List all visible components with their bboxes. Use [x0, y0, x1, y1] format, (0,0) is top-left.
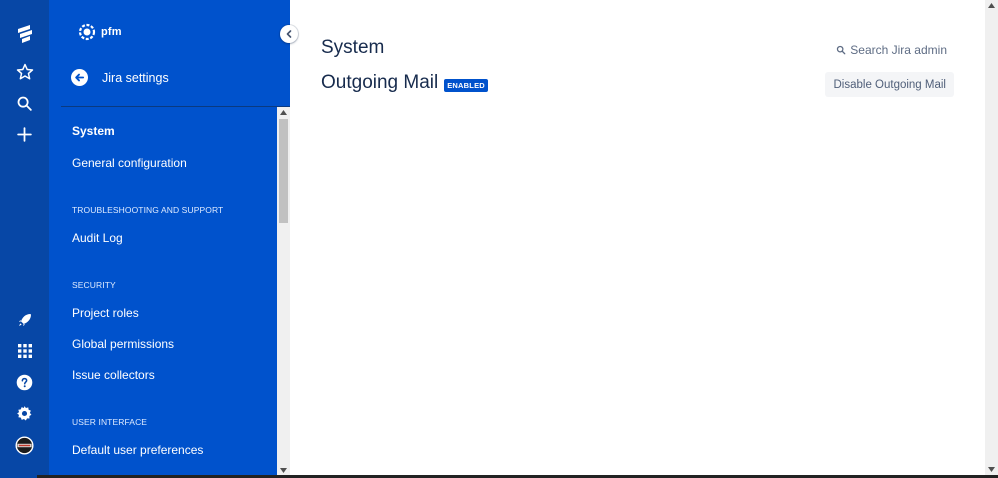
search-label: Search Jira admin: [850, 43, 947, 57]
page-scroll-down-arrow-icon[interactable]: [985, 464, 998, 475]
star-icon[interactable]: [0, 58, 49, 86]
search-icon[interactable]: [0, 89, 49, 117]
status-badge: ENABLED: [444, 78, 488, 92]
project-logo[interactable]: pfm: [77, 22, 122, 42]
page-title: System: [321, 37, 385, 58]
sidebar-item-issue-collectors[interactable]: Issue collectors: [72, 368, 155, 382]
sidebar-item-default-user-preferences[interactable]: Default user preferences: [72, 443, 203, 457]
sidebar: pfm Jira settings System General configu…: [49, 0, 290, 478]
sidebar-section-security: SECURITY: [72, 280, 116, 290]
sidebar-header: pfm Jira settings: [49, 0, 290, 107]
collapse-sidebar-button[interactable]: [280, 25, 298, 43]
jira-logo-icon[interactable]: [0, 20, 49, 48]
scrollbar-thumb[interactable]: [279, 119, 288, 223]
avatar-icon[interactable]: [0, 431, 49, 459]
global-nav: [0, 0, 49, 478]
sidebar-item-audit-log[interactable]: Audit Log: [72, 231, 123, 245]
pfm-logo-icon: [78, 23, 96, 41]
sidebar-item-general-configuration[interactable]: General configuration: [72, 156, 187, 170]
chevron-left-icon: [286, 30, 292, 38]
page-scrollbar[interactable]: [985, 0, 998, 478]
app-switcher-icon[interactable]: [0, 337, 49, 365]
search-jira-admin-link[interactable]: Search Jira admin: [836, 43, 947, 57]
sidebar-nav: System General configuration TROUBLESHOO…: [49, 107, 277, 478]
sidebar-section-user-interface: USER INTERFACE: [72, 417, 148, 427]
plus-icon[interactable]: [0, 120, 49, 148]
sidebar-item-project-roles[interactable]: Project roles: [72, 306, 139, 320]
sidebar-item-system[interactable]: System: [72, 124, 115, 138]
sidebar-section-troubleshooting: TROUBLESHOOTING AND SUPPORT: [72, 205, 224, 215]
logo-text: pfm: [101, 26, 122, 38]
outgoing-mail-heading: Outgoing Mail ENABLED: [321, 72, 488, 94]
back-to-jira-settings[interactable]: Jira settings: [71, 69, 169, 86]
back-arrow-icon: [71, 69, 88, 86]
main-content: System Search Jira admin Outgoing Mail E…: [290, 0, 985, 478]
search-icon: [837, 45, 846, 55]
back-label: Jira settings: [102, 70, 169, 85]
sidebar-item-global-permissions[interactable]: Global permissions: [72, 337, 174, 351]
section-title: Outgoing Mail: [321, 72, 439, 93]
help-icon[interactable]: [0, 368, 49, 396]
disable-outgoing-mail-button[interactable]: Disable Outgoing Mail: [825, 72, 954, 97]
page-scroll-up-arrow-icon[interactable]: [985, 0, 998, 11]
rocket-icon[interactable]: [0, 306, 49, 334]
scroll-up-arrow-icon[interactable]: [277, 107, 290, 118]
sidebar-scrollbar[interactable]: [277, 107, 290, 478]
gear-icon[interactable]: [0, 399, 49, 427]
